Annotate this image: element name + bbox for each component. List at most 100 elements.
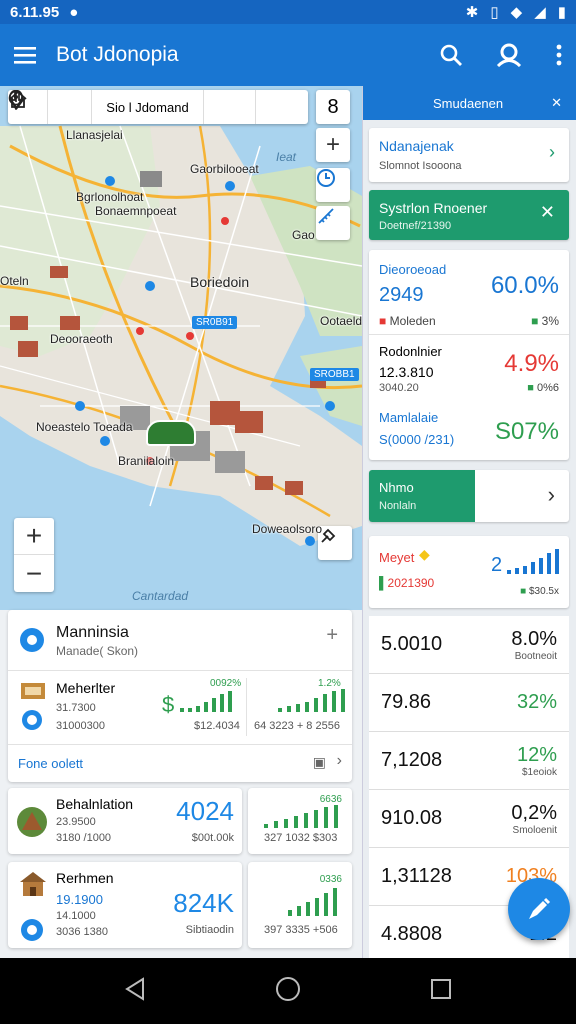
pin-icon-button[interactable] xyxy=(9,90,256,124)
metric-pct: 4.9% xyxy=(504,350,559,377)
map-label: Oteln xyxy=(0,274,29,288)
stat-title: Rerhmen xyxy=(56,870,114,886)
metric-sub: 3040.20 xyxy=(379,382,419,394)
signal-icon: ◢ xyxy=(534,4,546,21)
home-button[interactable] xyxy=(275,976,301,1007)
panel-item-sub: Doetnef/21390 xyxy=(379,220,452,232)
row-right: 8.0% Bootneoit xyxy=(511,628,557,662)
footer-link[interactable]: Fone oolett xyxy=(18,756,83,771)
metric-foot: ■ Moleden xyxy=(379,314,436,328)
map-compass-button[interactable] xyxy=(316,168,350,202)
menu-icon[interactable] xyxy=(14,46,36,64)
row-amount: 910.08 xyxy=(381,807,443,829)
stat-line1: 19.1900 xyxy=(56,892,103,907)
panel-item[interactable]: Nhmo Nonlaln › xyxy=(369,470,569,522)
chart1-value: $ xyxy=(162,692,175,717)
stat-line3: 3036 1380 xyxy=(56,926,108,938)
map-label: Gaorbilooeat xyxy=(190,162,259,176)
row-caption: Bootneoit xyxy=(514,650,557,662)
metrics-card: Dieoroeoad 2949 60.0% ■ Moleden ■ 3% Rod… xyxy=(369,250,569,460)
chevron-right-icon[interactable]: › xyxy=(337,752,342,770)
map-view[interactable]: Sio l Jdomand 8 + + − Llanasjelai Gaorbi… xyxy=(0,86,362,610)
more-options-icon[interactable] xyxy=(556,44,562,66)
table-row[interactable]: 910.08 0,2% Smoloenit xyxy=(369,790,569,848)
chart2-bars xyxy=(278,689,345,712)
zoom-out-button[interactable]: − xyxy=(14,555,54,592)
map-measure-button[interactable] xyxy=(316,206,350,240)
mini-chart-bars xyxy=(507,549,559,574)
map-label: Llanasjelai xyxy=(66,128,123,142)
panel-item-sub: Nonlaln xyxy=(379,500,417,512)
layers-icon-button[interactable] xyxy=(9,90,308,124)
map-tool-button[interactable] xyxy=(318,526,352,560)
zoom-in-button[interactable]: + xyxy=(14,518,54,555)
row-amount: 5.0010 xyxy=(381,633,443,655)
panel-header: Smudaenen ✕ xyxy=(363,86,576,120)
house-icon xyxy=(20,872,46,896)
row-right: 0,2% Smoloenit xyxy=(511,802,557,836)
location-pin[interactable] xyxy=(146,420,196,446)
search-icon[interactable] xyxy=(440,44,462,66)
map-icon xyxy=(21,683,45,699)
wifi-icon: ◆ xyxy=(510,4,523,21)
stat-card: Rerhmen 19.1900 14.1000 3036 1380 824K S… xyxy=(8,862,242,948)
row-percent: 8.0% xyxy=(511,627,557,650)
panel-item[interactable]: Meyet ◆ ▌2021390 2 ■ $30.5x xyxy=(369,536,569,608)
row-right: 12% $1eoiok xyxy=(517,744,557,778)
panel-item-value: ▌2021390 xyxy=(379,576,435,590)
map-label: Cantardad xyxy=(132,589,189,603)
panel-item-title: Nhmo xyxy=(379,480,414,495)
panel-item-title: Meyet xyxy=(379,550,415,565)
map-count-button[interactable]: 8 xyxy=(316,90,350,124)
add-icon[interactable]: + xyxy=(326,624,338,647)
map-water-label: Ieat xyxy=(276,150,297,164)
panel-title: Smudaenen xyxy=(433,95,504,111)
zoom-controls: + − xyxy=(14,518,54,592)
card-title: Manninsia xyxy=(56,624,129,641)
row-value: 31.7300 xyxy=(56,702,96,714)
summary-card: Manninsia Manade( Skon) + Meherlter 31.7… xyxy=(8,610,352,782)
close-icon[interactable]: ✕ xyxy=(551,95,562,111)
back-button[interactable] xyxy=(124,976,146,1006)
map-label: Gao xyxy=(292,228,315,242)
panel-item-sub: Slomnot Isooona xyxy=(379,160,462,172)
star-icon: ◆ xyxy=(419,546,430,562)
panel-item-active[interactable]: Systrlon Rnoener Doetnef/21390 ✕ xyxy=(369,190,569,240)
plus-icon: + xyxy=(325,131,340,158)
search-location-icon xyxy=(20,628,44,652)
stat-value: 824K xyxy=(173,888,234,918)
clock-icon xyxy=(317,169,335,187)
location-selector[interactable]: Sio l Jdomand xyxy=(92,90,204,124)
panel-item-title: Systrlon Rnoener xyxy=(379,200,488,216)
map-badge: SR0B91 xyxy=(192,316,238,329)
battery-icon: ▮ xyxy=(557,4,566,21)
table-row[interactable]: 79.86 32% xyxy=(369,674,569,732)
vibrate-icon: ▯ xyxy=(490,4,499,21)
metric-label: Dieoroeoad xyxy=(379,262,447,277)
row-percent: 32% xyxy=(516,691,557,713)
edit-icon xyxy=(529,897,551,919)
panel-item[interactable]: Ndanajenak Slomnot Isooona › xyxy=(369,128,569,182)
recents-button[interactable] xyxy=(430,978,452,1005)
row-percent: 12% xyxy=(516,743,557,766)
play-icon xyxy=(21,919,43,941)
home-icon-button[interactable] xyxy=(9,90,92,124)
row-amount: 1,31128 xyxy=(381,865,452,887)
row-amount: 7,1208 xyxy=(381,749,443,771)
compass-icon xyxy=(22,710,42,730)
calendar-icon[interactable]: ▣ xyxy=(313,754,326,771)
row-percent: 0,2% xyxy=(511,801,557,824)
map-label: Ootaeldnir xyxy=(320,314,362,328)
row-amount: 4.8808 xyxy=(381,923,443,945)
table-row[interactable]: 5.0010 8.0% Bootneoit xyxy=(369,616,569,674)
system-nav-bar xyxy=(0,958,576,1024)
map-toolbar: Sio l Jdomand xyxy=(8,90,308,124)
chart1-pct: 0092% xyxy=(210,678,242,689)
stat-line2: 14.1000 xyxy=(56,910,96,922)
edit-fab-button[interactable] xyxy=(508,878,570,940)
table-row[interactable]: 7,1208 12% $1eoiok xyxy=(369,732,569,790)
map-label: Boriedoin xyxy=(190,274,250,290)
map-add-button[interactable]: + xyxy=(316,128,350,162)
row-caption: Smoloenit xyxy=(512,824,557,836)
profile-icon[interactable] xyxy=(496,43,522,67)
